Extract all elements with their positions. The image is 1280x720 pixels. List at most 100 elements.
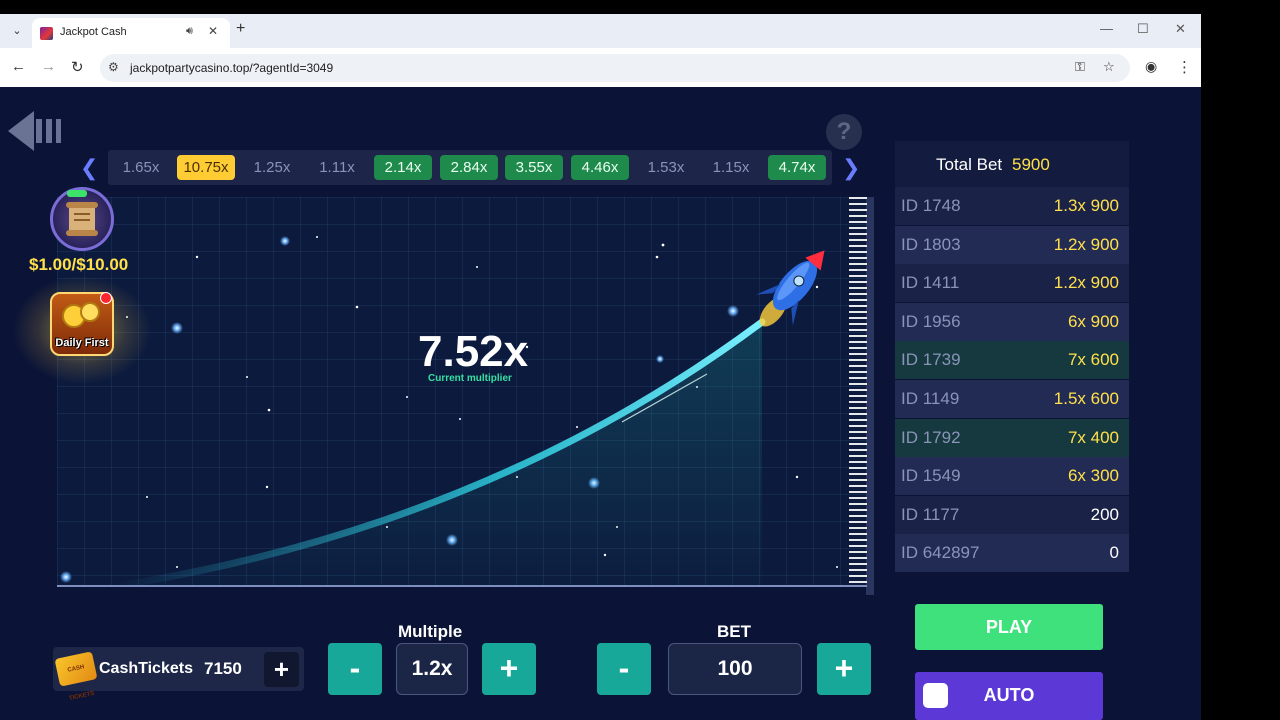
flight-scene — [60, 225, 838, 586]
history-pill: 1.53x — [647, 159, 685, 176]
bet-row-value: 6x 900 — [1067, 311, 1119, 331]
altitude-ruler — [849, 197, 867, 585]
bet-row: ID 1177 200 — [895, 495, 1129, 534]
bet-row: ID 1803 1.2x 900 — [895, 225, 1129, 264]
bet-row: ID 1956 6x 900 — [895, 302, 1129, 341]
forward-button[interactable]: → — [41, 58, 56, 75]
url-text[interactable]: jackpotpartycasino.top/?agentId=3049 — [130, 61, 333, 75]
history-pill: 4.46x — [571, 155, 629, 180]
daily-first-label: Daily First — [55, 337, 109, 349]
current-multiplier-label: Current multiplier — [428, 373, 512, 384]
quest-progress-bar — [67, 190, 87, 197]
browser-chrome: ⌄ Jackpot Cash 🔊︎ ✕ + — ☐ ✕ ← → ↻ ⚙︎ jac… — [0, 14, 1201, 87]
history-pill: 2.84x — [440, 155, 498, 180]
profile-icon[interactable]: ◉ — [1145, 58, 1157, 75]
bet-row-id: ID 1739 — [901, 350, 961, 370]
current-multiplier: 7.52x — [418, 327, 529, 376]
total-bet-value: 5900 — [1012, 155, 1050, 174]
bet-row: ID 1739 7x 600 — [895, 341, 1129, 380]
history-pill: 1.25x — [253, 159, 291, 176]
screen: ⌄ Jackpot Cash 🔊︎ ✕ + — ☐ ✕ ← → ↻ ⚙︎ jac… — [0, 0, 1280, 720]
bet-row-id: ID 1748 — [901, 196, 961, 215]
bet-row-id: ID 1549 — [901, 466, 961, 486]
multiple-decrease-button[interactable]: - — [328, 643, 382, 695]
bet-row-value: 7x 400 — [1067, 427, 1119, 447]
bet-row-value: 1.2x 900 — [1053, 234, 1119, 254]
multiple-increase-button[interactable]: + — [482, 643, 536, 695]
minimize-button[interactable]: — — [1100, 21, 1113, 36]
bet-row-id: ID 1803 — [901, 234, 961, 254]
bet-row: ID 1149 1.5x 600 — [895, 380, 1129, 418]
bet-value[interactable]: 100 — [668, 643, 802, 695]
bet-row-id: ID 1149 — [901, 389, 960, 408]
address-bar[interactable]: ⚙︎ jackpotpartycasino.top/?agentId=3049 … — [100, 54, 1130, 82]
back-arrow-icon[interactable] — [8, 109, 62, 153]
add-tickets-button[interactable]: + — [264, 652, 299, 687]
bet-row: ID 1549 6x 300 — [895, 457, 1129, 496]
back-button[interactable]: ← — [11, 58, 26, 75]
history-pill: 1.11x — [319, 159, 355, 176]
cash-tickets-label: CashTickets — [99, 660, 193, 677]
altitude-rail — [866, 197, 874, 595]
bet-increase-button[interactable]: + — [817, 643, 871, 695]
auto-label: AUTO — [983, 685, 1035, 705]
bet-row: ID 1792 7x 400 — [895, 418, 1129, 457]
bet-row-value: 0 — [1109, 543, 1119, 563]
play-button[interactable]: PLAY — [915, 604, 1103, 650]
total-bet-header: Total Bet 5900 — [895, 141, 1129, 187]
bet-row-value: 1.5x 600 — [1053, 389, 1119, 408]
bet-row: ID 642897 0 — [895, 534, 1129, 573]
bookmark-star-icon[interactable]: ☆ — [1103, 59, 1115, 75]
browser-tab[interactable]: Jackpot Cash 🔊︎ ✕ — [32, 18, 230, 48]
cash-tickets-count: 7150 — [204, 659, 242, 678]
multiple-label: Multiple — [398, 622, 463, 641]
history-pill: 2.14x — [374, 155, 432, 180]
new-tab-button[interactable]: + — [236, 20, 245, 38]
cash-tickets-icon: CASH TICKETS — [54, 651, 98, 702]
tab-search-button[interactable]: ⌄ — [8, 23, 26, 39]
reload-button[interactable]: ↻ — [71, 58, 84, 76]
site-settings-icon[interactable]: ⚙︎ — [108, 60, 119, 74]
tab-strip: ⌄ Jackpot Cash 🔊︎ ✕ + — ☐ ✕ — [0, 14, 1201, 48]
notification-dot — [100, 292, 112, 304]
help-button[interactable]: ? — [826, 114, 862, 150]
bet-row: ID 1748 1.3x 900 — [895, 187, 1129, 225]
history-pill: 3.55x — [505, 155, 563, 180]
window-close-button[interactable]: ✕ — [1175, 21, 1186, 37]
tab-title: Jackpot Cash — [60, 26, 127, 38]
bet-decrease-button[interactable]: - — [597, 643, 651, 695]
bet-row: ID 1411 1.2x 900 — [895, 264, 1129, 303]
history-prev-icon[interactable]: ❮ — [80, 155, 98, 181]
bet-row-id: ID 642897 — [901, 543, 980, 563]
history-pill: 1.15x — [712, 159, 750, 176]
browser-toolbar: ← → ↻ ⚙︎ jackpotpartycasino.top/?agentId… — [0, 48, 1201, 87]
history-pill: 10.75x — [177, 155, 235, 180]
bet-row-id: ID 1956 — [901, 311, 961, 331]
bet-row-id: ID 1177 — [901, 504, 960, 524]
plot-baseline — [57, 585, 867, 587]
key-icon[interactable]: ⚿ — [1075, 59, 1085, 75]
bet-label: BET — [717, 622, 751, 641]
right-margin — [1201, 14, 1280, 720]
history-pill: 4.74x — [768, 155, 826, 180]
speaker-icon[interactable]: 🔊︎ — [186, 25, 193, 38]
bet-row-value: 7x 600 — [1067, 350, 1119, 370]
auto-button[interactable]: AUTO — [915, 672, 1103, 720]
game-area: ? ❮ 1.65x 10.75x 1.25x 1.11x 2.14x 2.84x… — [0, 87, 1201, 720]
bet-row-value: 1.3x 900 — [1053, 196, 1119, 215]
total-bet-label: Total Bet — [936, 155, 1003, 174]
bet-row-value: 6x 300 — [1067, 466, 1119, 486]
favicon-icon — [40, 27, 53, 40]
menu-kebab-icon[interactable]: ⋮ — [1177, 58, 1192, 76]
multiple-value[interactable]: 1.2x — [396, 643, 468, 695]
history-pill: 1.65x — [122, 159, 160, 176]
bet-row-value: 1.2x 900 — [1053, 273, 1119, 293]
bet-row-value: 200 — [1090, 504, 1119, 524]
tab-close-icon[interactable]: ✕ — [208, 24, 218, 38]
cash-tickets-box: CASH TICKETS CashTickets 7150 + — [53, 647, 304, 702]
maximize-button[interactable]: ☐ — [1137, 21, 1149, 37]
history-next-icon[interactable]: ❯ — [842, 155, 860, 181]
history-bar: 1.65x 10.75x 1.25x 1.11x 2.14x 2.84x 3.5… — [108, 150, 832, 185]
auto-checkbox[interactable] — [923, 683, 948, 708]
scroll-icon — [66, 202, 98, 236]
